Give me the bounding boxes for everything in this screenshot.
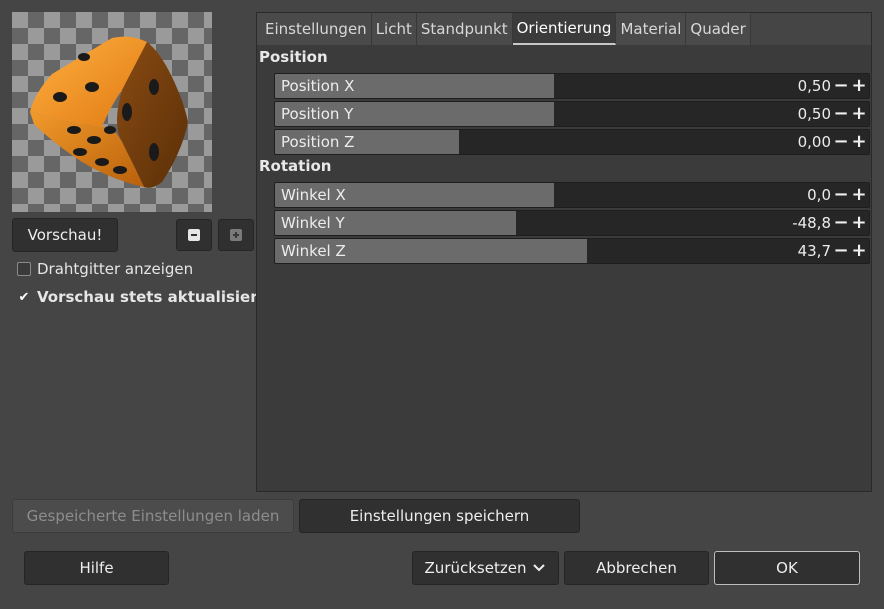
autoupdate-option[interactable]: ✔ Vorschau stets aktualisieren [17, 288, 279, 306]
tab-label: Einstellungen [265, 20, 367, 38]
autoupdate-checkbox[interactable]: ✔ [17, 290, 31, 305]
zoom-in-button[interactable] [218, 219, 254, 251]
decrement-icon[interactable]: − [833, 105, 849, 123]
position-section-title: Position [259, 48, 328, 66]
zoom-in-icon [230, 229, 242, 241]
decrement-icon[interactable]: − [833, 77, 849, 95]
save-settings-button[interactable]: Einstellungen speichern [299, 499, 580, 533]
slider-value: 0,50 [797, 77, 831, 95]
increment-icon[interactable]: + [851, 77, 867, 95]
slider-label: Winkel Y [281, 214, 345, 232]
position-z-slider[interactable]: Position Z 0,00 − + [274, 129, 870, 155]
tab-label: Licht [375, 20, 412, 38]
reset-button[interactable]: Zurücksetzen [412, 551, 559, 585]
decrement-icon[interactable]: − [833, 186, 849, 204]
decrement-icon[interactable]: − [833, 133, 849, 151]
help-label: Hilfe [79, 559, 114, 577]
decrement-icon[interactable]: − [833, 214, 849, 232]
preview-area [12, 12, 212, 212]
cancel-button[interactable]: Abbrechen [564, 551, 709, 585]
slider-value: 0,50 [797, 105, 831, 123]
slider-label: Position X [281, 77, 355, 95]
tab-quader[interactable]: Quader [686, 13, 751, 45]
reset-label: Zurücksetzen [424, 559, 527, 577]
wireframe-checkbox[interactable] [17, 262, 31, 276]
increment-icon[interactable]: + [851, 105, 867, 123]
angle-z-slider[interactable]: Winkel Z 43,7 − + [274, 238, 870, 264]
slider-value: 0,0 [807, 186, 831, 204]
wireframe-option[interactable]: Drahtgitter anzeigen [17, 260, 193, 278]
rotation-section-title: Rotation [259, 157, 332, 175]
wireframe-label: Drahtgitter anzeigen [37, 260, 194, 278]
position-x-slider[interactable]: Position X 0,50 − + [274, 73, 870, 99]
load-settings-button[interactable]: Gespeicherte Einstellungen laden [12, 499, 294, 533]
increment-icon[interactable]: + [851, 186, 867, 204]
autoupdate-label: Vorschau stets aktualisieren [37, 288, 279, 306]
cancel-label: Abbrechen [596, 559, 677, 577]
tab-orientierung[interactable]: Orientierung [512, 13, 617, 45]
tab-bar: Einstellungen Licht Standpunkt Orientier… [257, 13, 871, 45]
tab-material[interactable]: Material [616, 13, 687, 45]
increment-icon[interactable]: + [851, 242, 867, 260]
increment-icon[interactable]: + [851, 133, 867, 151]
chevron-down-icon [533, 564, 546, 572]
save-settings-label: Einstellungen speichern [349, 507, 530, 525]
tab-label: Quader [690, 20, 746, 38]
slider-value: -48,8 [792, 214, 831, 232]
preview-button[interactable]: Vorschau! [12, 218, 118, 252]
tab-label: Orientierung [516, 19, 612, 37]
load-settings-label: Gespeicherte Einstellungen laden [26, 507, 280, 525]
ok-button[interactable]: OK [714, 551, 860, 585]
slider-value: 0,00 [797, 133, 831, 151]
tab-label: Standpunkt [420, 20, 508, 38]
ok-label: OK [776, 559, 798, 577]
slider-value: 43,7 [797, 242, 831, 260]
tab-label: Material [620, 20, 682, 38]
slider-label: Position Y [281, 105, 354, 123]
help-button[interactable]: Hilfe [24, 551, 169, 585]
settings-notebook: Einstellungen Licht Standpunkt Orientier… [256, 12, 872, 492]
slider-label: Position Z [281, 133, 355, 151]
zoom-out-icon [188, 229, 200, 241]
tab-licht[interactable]: Licht [371, 13, 417, 45]
increment-icon[interactable]: + [851, 214, 867, 232]
dice-preview-image [30, 36, 188, 188]
zoom-out-button[interactable] [176, 219, 212, 251]
position-y-slider[interactable]: Position Y 0,50 − + [274, 101, 870, 127]
decrement-icon[interactable]: − [833, 242, 849, 260]
preview-button-label: Vorschau! [27, 226, 103, 244]
angle-x-slider[interactable]: Winkel X 0,0 − + [274, 182, 870, 208]
angle-y-slider[interactable]: Winkel Y -48,8 − + [274, 210, 870, 236]
slider-label: Winkel Z [281, 242, 346, 260]
tab-einstellungen[interactable]: Einstellungen [257, 13, 372, 45]
slider-label: Winkel X [281, 186, 346, 204]
tab-standpunkt[interactable]: Standpunkt [416, 13, 513, 45]
